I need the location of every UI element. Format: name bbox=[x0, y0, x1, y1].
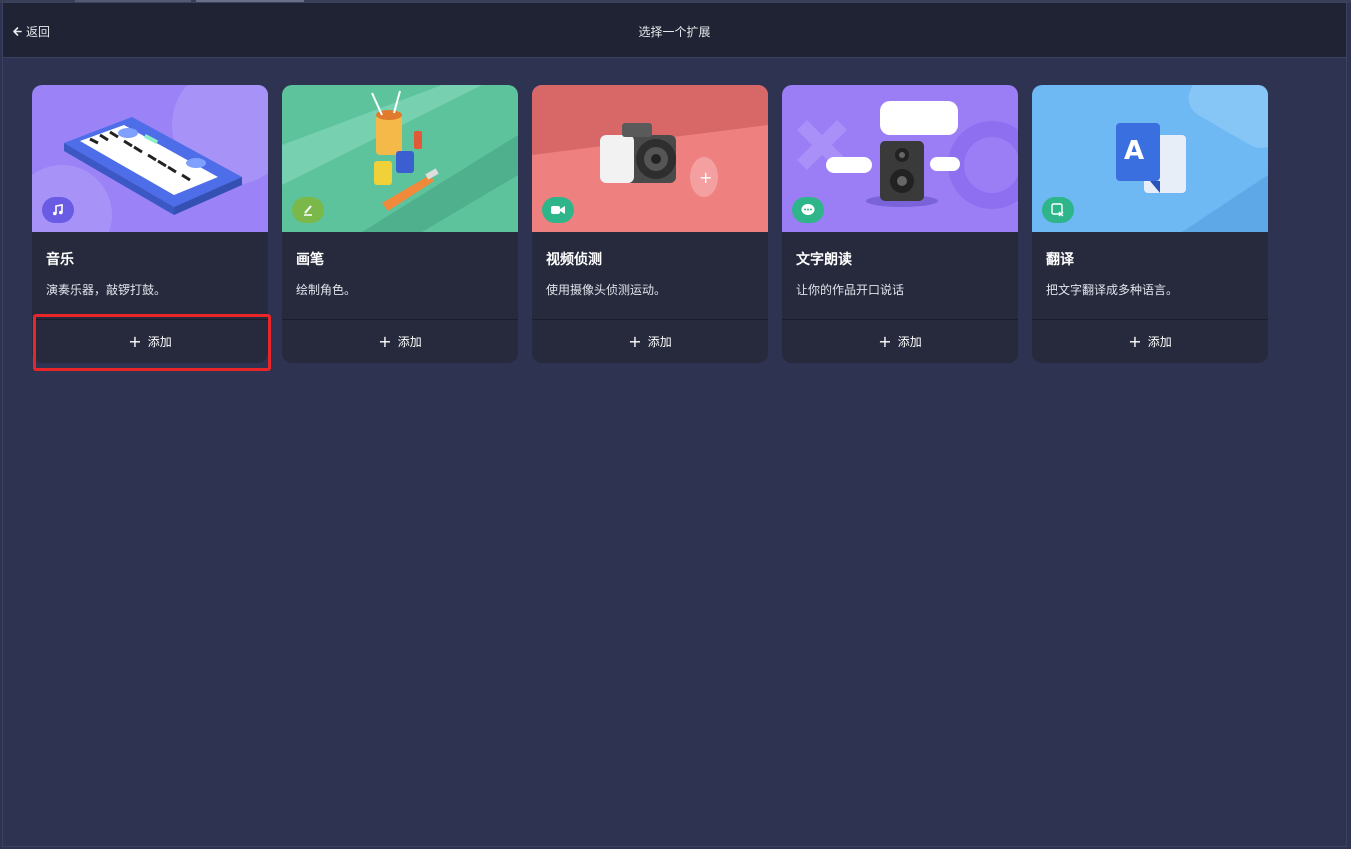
extension-name: 视频侦测 bbox=[546, 252, 602, 268]
extension-card-text-to-speech[interactable]: 文字朗读 让你的作品开口说话 + 添加 bbox=[782, 85, 1018, 363]
add-label: 添加 bbox=[897, 335, 922, 349]
video-camera-icon bbox=[542, 197, 574, 223]
extension-card-translate[interactable]: A 翻译 把文字翻译成多种语言。 + 添加 bbox=[1032, 85, 1268, 363]
plus-icon: + bbox=[1128, 331, 1142, 351]
music-note-icon bbox=[42, 197, 74, 223]
plus-icon: + bbox=[628, 331, 642, 351]
add-label: 添加 bbox=[647, 335, 672, 349]
extension-card-pen[interactable]: 画笔 绘制角色。 + 添加 bbox=[282, 85, 518, 363]
add-extension-button[interactable]: + 添加 bbox=[782, 320, 1018, 363]
translate-icon bbox=[1042, 197, 1074, 223]
plus-icon: + bbox=[878, 331, 892, 351]
extension-name: 翻译 bbox=[1046, 252, 1074, 268]
extension-description: 把文字翻译成多种语言。 bbox=[1046, 283, 1179, 297]
svg-text:A: A bbox=[1124, 136, 1144, 166]
extension-name: 画笔 bbox=[296, 252, 324, 268]
extension-name: 文字朗读 bbox=[796, 252, 852, 268]
plus-icon: + bbox=[378, 331, 392, 351]
highlight-box bbox=[33, 314, 271, 371]
extension-description: 使用摄像头侦测运动。 bbox=[546, 283, 667, 297]
extension-name: 音乐 bbox=[46, 252, 74, 268]
add-extension-button[interactable]: + 添加 bbox=[532, 320, 768, 363]
extension-description: 让你的作品开口说话 bbox=[796, 283, 905, 297]
extension-card-video-sensing[interactable]: + 视频侦测 使用摄像头侦测运动。 + 添加 bbox=[532, 85, 768, 363]
add-extension-button[interactable]: + 添加 bbox=[1032, 320, 1268, 363]
extension-description: 绘制角色。 bbox=[296, 283, 357, 297]
svg-text:+: + bbox=[699, 168, 712, 187]
add-extension-button[interactable]: + 添加 bbox=[282, 320, 518, 363]
library-header: 返回 选择一个扩展 bbox=[3, 3, 1346, 58]
add-label: 添加 bbox=[1147, 335, 1172, 349]
add-label: 添加 bbox=[397, 335, 422, 349]
extension-description: 演奏乐器，敲锣打鼓。 bbox=[46, 283, 167, 297]
speech-bubble-icon bbox=[792, 197, 824, 223]
pen-icon bbox=[292, 197, 324, 223]
page-title: 选择一个扩展 bbox=[638, 25, 711, 39]
